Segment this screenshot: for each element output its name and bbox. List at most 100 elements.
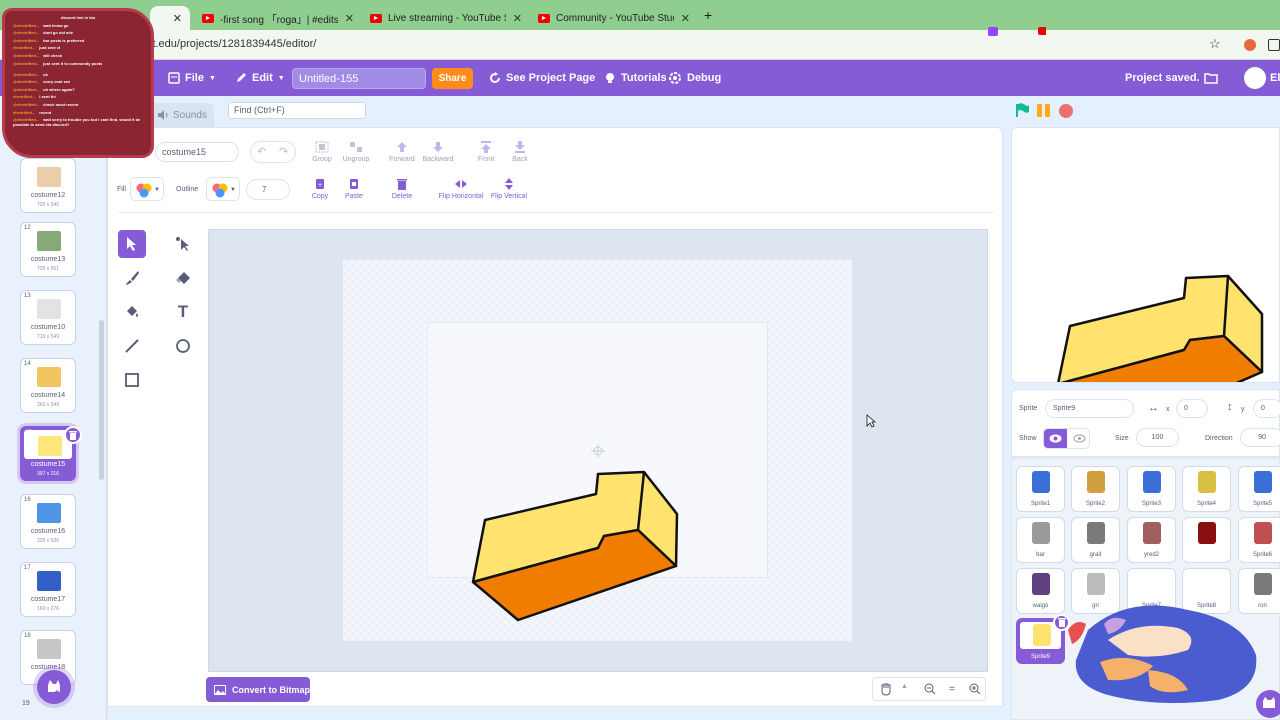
back-button[interactable]: Back	[500, 141, 540, 163]
edit-menu[interactable]: Edit ▼	[235, 60, 285, 96]
zoom-out-button[interactable]: −	[921, 681, 939, 697]
folder-icon[interactable]	[1204, 72, 1218, 84]
url-text: it.edu/projects/1281839445/editor/	[150, 38, 317, 50]
x-position-input[interactable]: 0	[1176, 399, 1208, 418]
sprite-item[interactable]: waigo	[1016, 568, 1065, 614]
address-bar[interactable]: it.edu/projects/1281839445/editor/ ☆	[0, 27, 1280, 60]
reshape-tool[interactable]	[169, 230, 197, 258]
share-button[interactable]: Share	[432, 68, 473, 89]
chevron-up-icon[interactable]: ▲	[901, 683, 908, 690]
sprite-item[interactable]: Sprite4	[1182, 466, 1231, 512]
costume-list-scrollbar[interactable]	[99, 320, 104, 480]
line-tool[interactable]	[118, 332, 146, 360]
paste-button[interactable]: Paste	[334, 178, 374, 200]
close-tab-icon[interactable]: ✕	[173, 12, 182, 25]
tutorials-button[interactable]: Tutorials	[604, 60, 667, 96]
outline-color-picker[interactable]: ▼	[206, 177, 240, 201]
find-input[interactable]: Find (Ctrl+F)	[228, 102, 366, 119]
sprite-name: Sprite9	[1030, 654, 1050, 660]
chat-text: check most recent	[43, 102, 79, 107]
forward-button[interactable]: Forward	[382, 141, 422, 163]
arrow-bottom-icon	[515, 141, 525, 153]
eye-hidden-icon[interactable]	[1073, 434, 1086, 443]
sprite-item[interactable]	[1182, 517, 1231, 563]
convert-to-bitmap-button[interactable]: Convert to Bitmap	[206, 677, 310, 702]
costume-name-input[interactable]: costume15	[155, 142, 239, 162]
costume-item[interactable]: 17 costume17 160 x 276	[20, 562, 76, 617]
project-title-input[interactable]: Untitled-155	[292, 68, 426, 89]
circle-tool[interactable]	[169, 332, 197, 360]
browser-tab-scratch[interactable]: ✕	[150, 6, 190, 30]
youtube-icon	[202, 13, 214, 23]
delete-button[interactable]: Delete	[382, 178, 422, 200]
avatar[interactable]	[1244, 67, 1266, 89]
chat-text: recent	[39, 109, 52, 115]
y-position-input[interactable]: 0	[1253, 399, 1280, 418]
stop-button[interactable]	[1059, 104, 1073, 118]
fill-tool[interactable]	[118, 298, 146, 326]
sprite-item[interactable]: Sprite1	[1016, 466, 1065, 512]
chat-username: @electrified...	[13, 79, 40, 85]
brush-icon	[126, 271, 139, 285]
close-tab-icon[interactable]: ✕	[513, 12, 522, 25]
add-costume-button[interactable]: +	[37, 670, 71, 704]
size-input[interactable]: 100	[1136, 428, 1179, 447]
undo-icon[interactable]: ↶	[257, 145, 266, 158]
pan-hand-icon[interactable]	[879, 682, 895, 696]
outline-width-input[interactable]: 7	[246, 179, 290, 200]
zoom-in-button[interactable]: +	[966, 681, 984, 697]
file-icon	[168, 72, 180, 84]
eraser-tool[interactable]	[169, 264, 197, 292]
flip-horizontal-button[interactable]: Flip Horizontal	[436, 178, 486, 200]
backward-button[interactable]: Backward	[418, 141, 458, 163]
costume-item[interactable]: 12 costume13 735 x 551	[20, 222, 76, 277]
costume-item[interactable]: 16 costume16 335 x 536	[20, 494, 76, 549]
sprite-item[interactable]: Sprite6	[1238, 517, 1280, 563]
text-tool[interactable]: T	[169, 298, 197, 326]
browser-tab-community[interactable]: Community - YouTube Studio ✕	[530, 6, 698, 30]
close-tab-icon[interactable]: ✕	[681, 12, 690, 25]
select-tool[interactable]	[118, 230, 146, 258]
direction-input[interactable]: 90	[1240, 428, 1280, 447]
sprite-item[interactable]: bar	[1016, 517, 1065, 563]
debug-button[interactable]: Debug	[668, 60, 721, 96]
svg-text:+: +	[55, 689, 59, 695]
browser-tab-song[interactable]: -first song 「roga」| #edits #edit ✕	[194, 6, 362, 30]
brush-tool[interactable]	[118, 264, 146, 292]
flip-vertical-button[interactable]: Flip Vertical	[487, 178, 531, 200]
sprite-name-input[interactable]: Sprite9	[1045, 399, 1134, 418]
sprite-item[interactable]: Sprite3	[1127, 466, 1176, 512]
redo-icon[interactable]: ↷	[279, 145, 288, 158]
stage-preview[interactable]	[1011, 127, 1280, 383]
see-project-page-button[interactable]: See Project Page	[489, 60, 595, 96]
pause-icon[interactable]	[1036, 103, 1052, 117]
text-t-icon: T	[177, 302, 189, 321]
extension-icon[interactable]	[1268, 39, 1280, 51]
rectangle-tool[interactable]	[118, 366, 146, 394]
sprite-name: bar	[1036, 552, 1045, 558]
new-tab-button[interactable]: +	[704, 7, 712, 23]
sprite-item[interactable]: grait	[1071, 517, 1120, 563]
costume-name: costume15	[30, 461, 66, 468]
username[interactable]: El	[1270, 72, 1280, 84]
sprite-item[interactable]: Sprite5	[1238, 466, 1280, 512]
ungroup-button[interactable]: Ungroup	[336, 141, 376, 163]
costume-shape-drawing[interactable]	[462, 462, 692, 628]
green-flag-icon[interactable]	[1014, 102, 1030, 118]
bookmark-star-icon[interactable]: ☆	[1209, 36, 1221, 52]
sprite-item[interactable]: Sprite2	[1071, 466, 1120, 512]
tab-sounds[interactable]: Sounds	[148, 103, 214, 127]
chat-username: electrified...	[13, 45, 36, 51]
fill-color-picker[interactable]: ▼	[130, 177, 164, 201]
zoom-reset-button[interactable]: =	[943, 681, 961, 697]
file-menu[interactable]: File ▼	[168, 60, 216, 96]
browser-tab-live[interactable]: Live streaming - YouTube Studio ✕	[362, 6, 530, 30]
costume-item[interactable]: 14 costume14 360 x 549	[20, 358, 76, 413]
costume-item[interactable]: costume12 720 x 540	[20, 158, 76, 213]
close-tab-icon[interactable]: ✕	[345, 12, 354, 25]
show-visible-button[interactable]	[1044, 429, 1067, 448]
delete-costume-button[interactable]	[64, 426, 82, 444]
sprite-item[interactable]: yred2	[1127, 517, 1176, 563]
costume-item[interactable]: 13 costume10 719 x 549	[20, 290, 76, 345]
extension-icon[interactable]	[1244, 39, 1256, 51]
